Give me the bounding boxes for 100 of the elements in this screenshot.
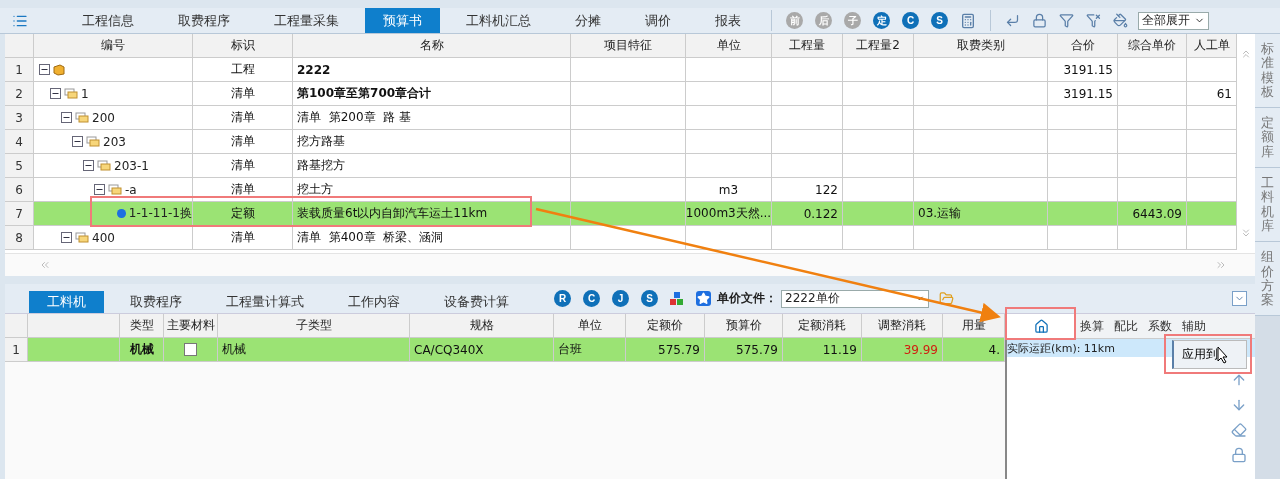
side-tab[interactable]: 组价方案 bbox=[1255, 242, 1280, 317]
column-header[interactable]: 规格 bbox=[410, 314, 554, 338]
tab[interactable]: 换算 bbox=[1075, 314, 1109, 338]
eraser-icon[interactable] bbox=[1231, 422, 1247, 438]
tab[interactable]: 工程量采集 bbox=[256, 8, 357, 33]
checkbox[interactable] bbox=[184, 343, 197, 356]
row-number: 8 bbox=[5, 226, 34, 250]
filter-icon[interactable] bbox=[1059, 13, 1074, 28]
tab[interactable]: 辅助 bbox=[1177, 314, 1211, 338]
code-text: 400 bbox=[92, 230, 115, 245]
star-icon[interactable] bbox=[696, 291, 711, 306]
collapse-toggle[interactable] bbox=[50, 88, 61, 99]
side-tab[interactable]: 定额库 bbox=[1255, 108, 1280, 169]
table-row[interactable]: 1 机械 机械 CA/CQ340X 台班 575.79 575.79 11.19 39.99 4. bbox=[5, 338, 1005, 362]
code-text: 200 bbox=[92, 110, 115, 125]
side-tab[interactable]: 标准模板 bbox=[1255, 34, 1280, 109]
column-header[interactable]: 工程量 bbox=[772, 34, 843, 58]
table-cell: 机械 bbox=[120, 338, 164, 362]
tab[interactable]: 工程信息 bbox=[64, 8, 152, 33]
tab[interactable]: 工作内容 bbox=[330, 291, 418, 313]
column-header[interactable]: 预算价 bbox=[705, 314, 783, 338]
toolbar-button[interactable]: S bbox=[931, 12, 948, 29]
column-header[interactable]: 子类型 bbox=[218, 314, 410, 338]
table-row[interactable]: 5 203-1 清单 路基挖方 bbox=[5, 154, 1237, 178]
table-row[interactable]: 3 200 清单 清单 第200章 路 基 bbox=[5, 106, 1237, 130]
lock-icon[interactable] bbox=[1032, 13, 1047, 28]
table-cell: 11.19 bbox=[783, 338, 862, 362]
corner-header bbox=[5, 34, 34, 58]
scroll-down-icon[interactable] bbox=[1240, 227, 1252, 239]
column-header[interactable]: 编号 bbox=[34, 34, 193, 58]
folder-icon[interactable] bbox=[939, 291, 954, 306]
expand-select[interactable]: 全部展开 bbox=[1138, 11, 1209, 30]
table-row[interactable]: 2 1 清单 第100章至第700章合计 3191.15 61 bbox=[5, 82, 1237, 106]
price-file-select[interactable]: 2222单价 bbox=[781, 289, 929, 308]
home-tab[interactable] bbox=[1007, 314, 1075, 338]
column-header[interactable]: 名称 bbox=[293, 34, 571, 58]
column-header[interactable]: 定额价 bbox=[626, 314, 705, 338]
box-icon bbox=[53, 63, 65, 76]
column-header[interactable]: 项目特征 bbox=[571, 34, 686, 58]
paint-bucket-icon[interactable] bbox=[1113, 13, 1128, 28]
folder-icon bbox=[86, 136, 100, 147]
tab[interactable]: 设备费计算 bbox=[426, 291, 527, 313]
column-header[interactable]: 工程量2 bbox=[843, 34, 914, 58]
scroll-right-icon[interactable] bbox=[1215, 259, 1227, 271]
tab[interactable]: 系数 bbox=[1143, 314, 1177, 338]
table-row[interactable]: 6 -a 清单 挖土方 m3 122 bbox=[5, 178, 1237, 202]
toolbar-button[interactable]: C bbox=[583, 290, 600, 307]
column-header[interactable]: 人工单 bbox=[1187, 34, 1237, 58]
highlight-frame bbox=[1005, 307, 1076, 340]
table-row[interactable]: 4 203 清单 挖方路基 bbox=[5, 130, 1237, 154]
tab[interactable]: 工程量计算式 bbox=[208, 291, 322, 313]
tab[interactable]: 取费程序 bbox=[160, 8, 248, 33]
tab[interactable]: 预算书 bbox=[365, 8, 440, 33]
toolbar-button[interactable]: R bbox=[554, 290, 571, 307]
toolbar-button[interactable]: 定 bbox=[873, 12, 890, 29]
tab[interactable]: 调价 bbox=[627, 8, 689, 33]
tab[interactable]: 分摊 bbox=[557, 8, 619, 33]
calculator-icon[interactable] bbox=[960, 12, 976, 29]
side-tab[interactable]: 工料机库 bbox=[1255, 168, 1280, 243]
column-header[interactable]: 单位 bbox=[686, 34, 772, 58]
scroll-left-icon[interactable] bbox=[39, 259, 51, 271]
lock-icon[interactable] bbox=[1231, 447, 1247, 463]
tab[interactable]: 取费程序 bbox=[112, 291, 200, 313]
toolbar-button[interactable]: J bbox=[612, 290, 629, 307]
collapse-toggle[interactable] bbox=[94, 184, 105, 195]
collapse-toggle[interactable] bbox=[61, 112, 72, 123]
grid-blocks-icon[interactable] bbox=[670, 291, 684, 306]
column-header[interactable]: 取费类别 bbox=[914, 34, 1048, 58]
column-header[interactable]: 标识 bbox=[193, 34, 293, 58]
column-header[interactable]: 单位 bbox=[554, 314, 626, 338]
toolbar-button[interactable]: S bbox=[641, 290, 658, 307]
column-header[interactable]: 定额消耗 bbox=[783, 314, 862, 338]
move-up-icon[interactable] bbox=[1231, 372, 1247, 388]
column-header[interactable]: 类型 bbox=[120, 314, 164, 338]
code-text: -a bbox=[125, 182, 137, 197]
scroll-up-icon[interactable] bbox=[1240, 48, 1252, 60]
column-header[interactable]: 主要材料 bbox=[164, 314, 218, 338]
table-row[interactable]: 8 400 清单 清单 第400章 桥梁、涵洞 bbox=[5, 226, 1237, 250]
collapse-toggle[interactable] bbox=[61, 232, 72, 243]
toolbar-button[interactable]: C bbox=[902, 12, 919, 29]
tab[interactable]: 工料机汇总 bbox=[448, 8, 549, 33]
collapse-toggle[interactable] bbox=[39, 64, 50, 75]
table-row[interactable]: 7 1-1-11-1换 定额 装载质量6t以内自卸汽车运土11km 1000m3天然... 0.122 03.运输 6443.09 bbox=[5, 202, 1237, 226]
tab[interactable]: 工料机 bbox=[29, 291, 104, 313]
tab[interactable]: 配比 bbox=[1109, 314, 1143, 338]
table-row[interactable]: 1 工程 2222 3191.15 bbox=[5, 58, 1237, 82]
code-text: 203 bbox=[103, 134, 126, 149]
tab[interactable]: 报表 bbox=[697, 8, 759, 33]
column-header[interactable]: 调整消耗 bbox=[862, 314, 943, 338]
column-header[interactable]: 综合单价 bbox=[1118, 34, 1187, 58]
collapse-button[interactable] bbox=[1232, 291, 1247, 306]
clear-filter-icon[interactable] bbox=[1086, 13, 1101, 28]
table-cell: 定额 bbox=[193, 202, 293, 226]
enter-icon[interactable] bbox=[1005, 13, 1020, 28]
collapse-toggle[interactable] bbox=[83, 160, 94, 171]
column-header[interactable]: 合价 bbox=[1048, 34, 1118, 58]
move-down-icon[interactable] bbox=[1231, 397, 1247, 413]
row-number: 4 bbox=[5, 130, 34, 154]
collapse-toggle[interactable] bbox=[72, 136, 83, 147]
row-number: 7 bbox=[5, 202, 34, 226]
